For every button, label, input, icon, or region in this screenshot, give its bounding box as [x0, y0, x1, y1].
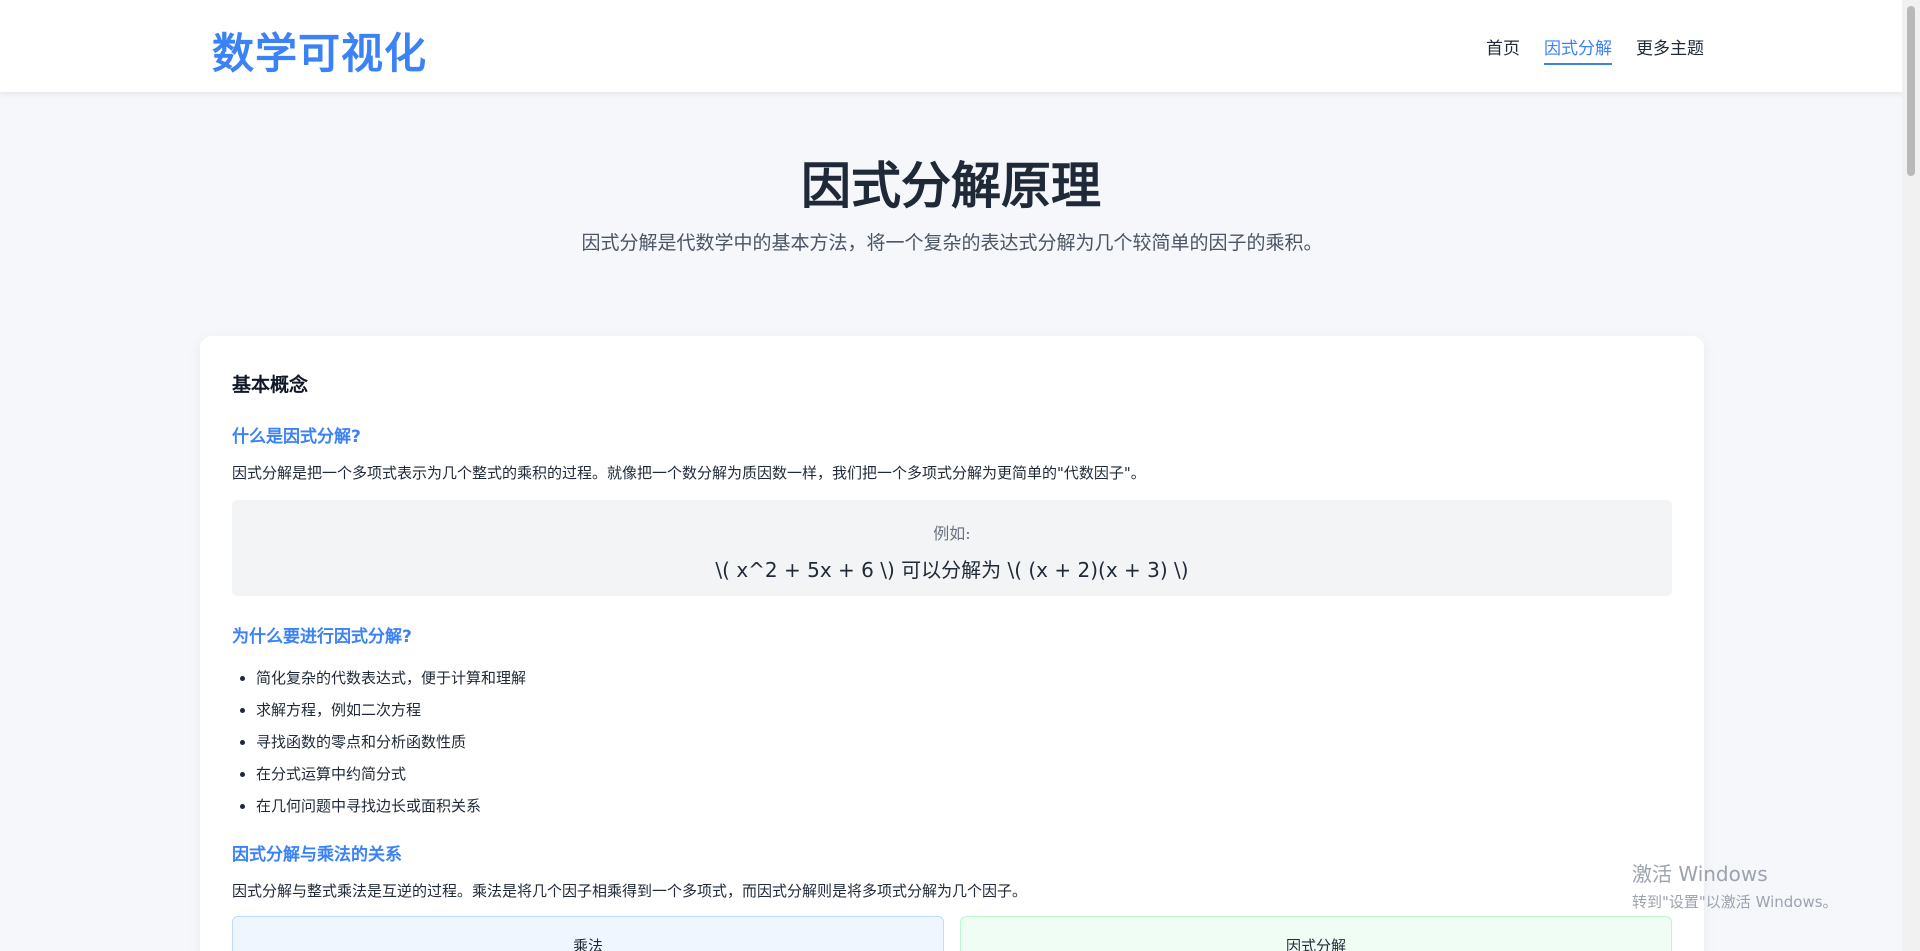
nav-more-topics[interactable]: 更多主题: [1636, 34, 1704, 65]
card-title: 基本概念: [232, 374, 309, 396]
main-nav: 首页 因式分解 更多主题: [1486, 34, 1704, 65]
multiply-label: 乘法: [572, 937, 603, 951]
list-item: 求解方程，例如二次方程: [256, 694, 526, 726]
section-title-what: 什么是因式分解?: [232, 427, 361, 447]
section-title-relation: 因式分解与乘法的关系: [232, 845, 402, 865]
section-text-relation: 因式分解与整式乘法是互逆的过程。乘法是将几个因子相乘得到一个多项式，而因式分解则…: [232, 882, 1028, 900]
watermark-subtitle: 转到"设置"以激活 Windows。: [1632, 893, 1838, 911]
list-item: 在分式运算中约简分式: [256, 758, 526, 790]
list-item: 寻找函数的零点和分析函数性质: [256, 726, 526, 758]
example-box: 例如: \( x^2 + 5x + 6 \) 可以分解为 \( (x + 2)(…: [232, 500, 1672, 596]
nav-home[interactable]: 首页: [1486, 34, 1520, 65]
section-title-why: 为什么要进行因式分解?: [232, 627, 412, 647]
factorization-panel: 因式分解: [960, 916, 1672, 951]
scrollbar-thumb[interactable]: [1907, 6, 1915, 176]
watermark-title: 激活 Windows: [1632, 862, 1768, 886]
site-header: 数学可视化 首页 因式分解 更多主题: [0, 0, 1902, 92]
example-formula: \( x^2 + 5x + 6 \) 可以分解为 \( (x + 2)(x + …: [715, 558, 1189, 582]
page-description: 因式分解是代数学中的基本方法，将一个复杂的表达式分解为几个较简单的因子的乘积。: [581, 232, 1323, 254]
reasons-list: 简化复杂的代数表达式，便于计算和理解 求解方程，例如二次方程 寻找函数的零点和分…: [256, 662, 526, 822]
factorization-label: 因式分解: [1285, 937, 1346, 951]
nav-factorization[interactable]: 因式分解: [1544, 34, 1612, 65]
vertical-scrollbar[interactable]: [1902, 0, 1920, 951]
concept-card: 基本概念 什么是因式分解? 因式分解是把一个多项式表示为几个整式的乘积的过程。就…: [200, 336, 1704, 951]
activation-watermark: 激活 Windows 转到"设置"以激活 Windows。: [1632, 858, 1838, 912]
site-logo[interactable]: 数学可视化: [212, 20, 427, 81]
section-text-what: 因式分解是把一个多项式表示为几个整式的乘积的过程。就像把一个数分解为质因数一样，…: [232, 464, 1146, 482]
page-title: 因式分解原理: [801, 157, 1101, 215]
list-item: 在几何问题中寻找边长或面积关系: [256, 790, 526, 822]
example-label: 例如:: [933, 524, 971, 543]
list-item: 简化复杂的代数表达式，便于计算和理解: [256, 662, 526, 694]
multiply-panel: 乘法: [232, 916, 944, 951]
